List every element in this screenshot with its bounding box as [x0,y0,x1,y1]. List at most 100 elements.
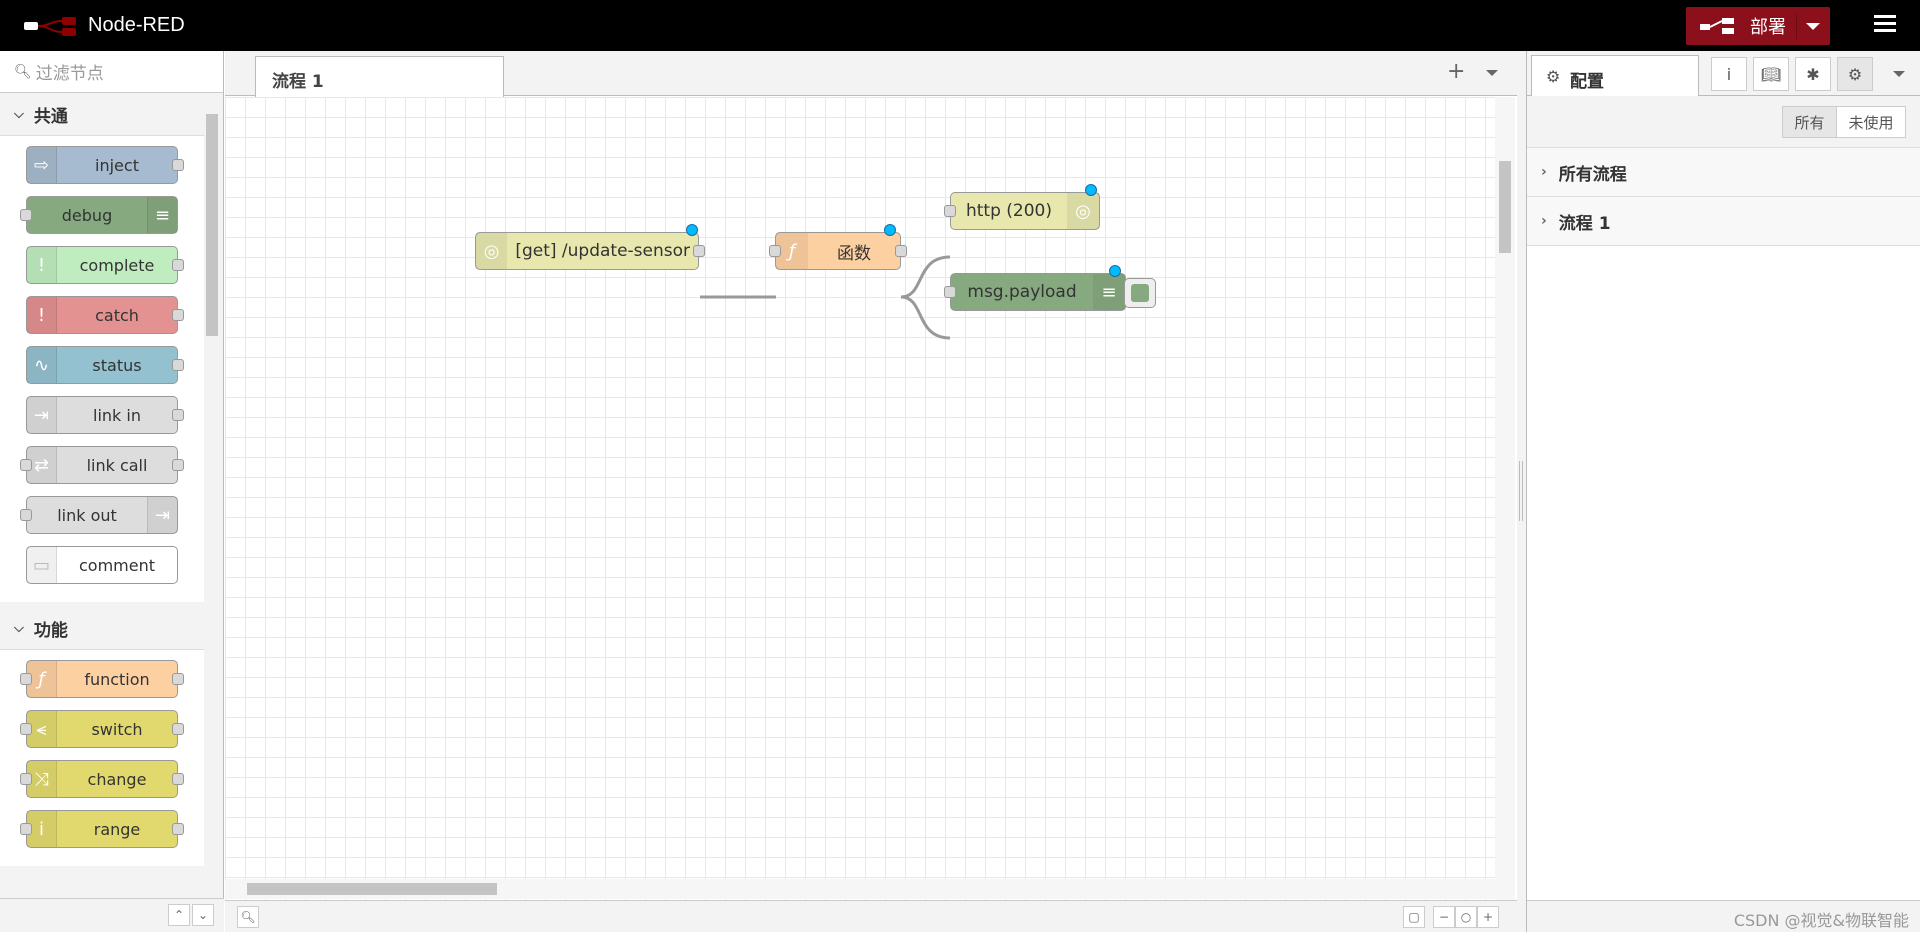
output-port [172,409,184,421]
input-port [20,823,32,835]
add-flow-icon[interactable]: + [1447,59,1465,84]
zoom-in-icon[interactable]: + [1477,906,1499,928]
node-label: link in [93,405,141,425]
comment-icon: ▭ [27,547,57,583]
canvas-vertical-scrollbar[interactable] [1495,97,1515,927]
input-port[interactable] [944,205,956,217]
input-port [20,509,32,521]
config-row-all-flows[interactable]: › 所有流程 [1527,148,1920,197]
zoom-reset-icon[interactable]: ○ [1455,906,1477,928]
input-port [20,723,32,735]
changed-badge [1085,184,1097,196]
node-label: complete [79,255,155,275]
row-label: 流程 1 [1558,213,1611,234]
category-function-header[interactable]: ⌵ 功能 [0,608,204,650]
canvas-horizontal-scrollbar[interactable] [225,879,1495,899]
deploy-menu-caret-icon[interactable] [1806,23,1820,30]
config-row-flow-1[interactable]: › 流程 1 [1527,197,1920,246]
palette-node-range[interactable]: i range [20,810,184,848]
flow-node-function[interactable]: ƒ 函数 [769,224,907,270]
category-function-nodes: ƒ function ⪪ switch ⤨ change i range [0,650,204,866]
tab-config[interactable]: ⚙ 配置 [1531,55,1699,97]
node-label: inject [95,155,139,175]
palette-search-input[interactable]: 过滤节点 [36,59,104,84]
node-label: comment [78,555,155,575]
complete-icon: ! [27,247,57,283]
node-label: http (200) [965,201,1052,221]
scrollbar-thumb[interactable] [1499,161,1511,253]
config-gear-icon[interactable]: ⚙ [1837,57,1873,91]
palette-node-status[interactable]: ∿ status [26,346,184,384]
palette-node-link-in[interactable]: ⇥ link in [26,396,184,434]
deploy-button[interactable]: 部署 [1686,7,1830,45]
flow-canvas[interactable]: ◎ [get] /update-sensor ƒ 函数 http (200) ◎… [225,97,1495,927]
category-common-header[interactable]: ⌵ 共通 [0,94,204,136]
palette-node-link-out[interactable]: link out ⇥ [20,496,178,534]
palette-node-change[interactable]: ⤨ change [20,760,184,798]
palette-node-complete[interactable]: ! complete [26,246,184,284]
navigator-map-icon[interactable]: ▢ [1403,906,1425,928]
tab-flow-1[interactable]: 流程 1 [255,56,504,97]
output-port [172,159,184,171]
expand-all-icon[interactable]: ⌄ [192,904,214,926]
palette-footer: ⌃ ⌄ [0,898,224,932]
globe-icon: ◎ [1067,193,1099,229]
chevron-right-icon: › [1541,213,1547,229]
output-port [172,823,184,835]
palette-node-function[interactable]: ƒ function [20,660,184,698]
palette-node-debug[interactable]: debug ≡ [20,196,178,234]
palette-node-comment[interactable]: ▭ comment [26,546,178,584]
config-filter-toolbar: 所有 未使用 [1527,96,1920,148]
node-label: link call [86,455,148,475]
palette-search[interactable]: 🔍︎ 过滤节点 [0,51,223,93]
sidebar-splitter[interactable] [1517,51,1526,932]
zoom-out-icon[interactable]: − [1433,906,1455,928]
sidebar-menu-caret-icon[interactable] [1893,71,1905,77]
node-label: catch [95,305,139,325]
inject-icon: ⇨ [27,147,57,183]
palette-scrollbar[interactable] [204,94,222,891]
node-red-logo: Node-RED [22,14,185,37]
palette-node-link-call[interactable]: ⇄ link call [20,446,184,484]
filter-all-button[interactable]: 所有 [1782,106,1837,138]
input-port[interactable] [944,286,956,298]
splitter-grip[interactable] [1519,461,1523,521]
palette-node-catch[interactable]: ! catch [26,296,184,334]
node-label: link out [57,505,117,525]
app-title: Node-RED [88,14,185,36]
debug-toggle-button[interactable] [1124,278,1156,308]
changed-badge [884,224,896,236]
info-icon[interactable]: i [1711,57,1747,91]
deploy-divider [1796,13,1797,39]
input-port [20,209,32,221]
changed-badge [686,224,698,236]
chevron-down-icon: ⌵ [14,107,24,122]
output-port[interactable] [895,245,907,257]
node-palette: 🔍︎ 过滤节点 ⌵ 共通 ⇨ inject debug ≡ ! complete [0,51,224,932]
node-label: msg.payload [967,282,1077,302]
palette-node-switch[interactable]: ⪪ switch [20,710,184,748]
workspace-footer: 🔍︎ ▢ − ○ + [225,900,1517,932]
collapse-all-icon[interactable]: ⌃ [168,904,190,926]
debug-bug-icon[interactable]: ✱ [1795,57,1831,91]
palette-node-inject[interactable]: ⇨ inject [26,146,184,184]
main-menu-icon[interactable] [1874,15,1896,35]
flow-node-debug[interactable]: msg.payload ≡ [944,265,1126,311]
flow-node-http-response[interactable]: http (200) ◎ [944,184,1100,230]
input-port[interactable] [769,245,781,257]
workspace-tabs: 流程 1 + [225,51,1517,97]
scrollbar-thumb[interactable] [247,883,497,895]
node-label: function [84,669,150,689]
help-book-icon[interactable]: 📖︎ [1753,57,1789,91]
tab-list-menu-icon[interactable] [1486,70,1498,76]
deploy-label: 部署 [1750,17,1786,38]
flow-node-http-in[interactable]: ◎ [get] /update-sensor [475,224,705,270]
category-label: 共通 [33,107,68,127]
deploy-icon [1700,18,1734,34]
output-port[interactable] [693,245,705,257]
debug-icon: ≡ [147,197,177,233]
scrollbar-thumb[interactable] [206,114,218,336]
filter-unused-button[interactable]: 未使用 [1836,106,1906,138]
search-flows-icon[interactable]: 🔍︎ [237,906,259,928]
category-label: 功能 [33,621,68,641]
